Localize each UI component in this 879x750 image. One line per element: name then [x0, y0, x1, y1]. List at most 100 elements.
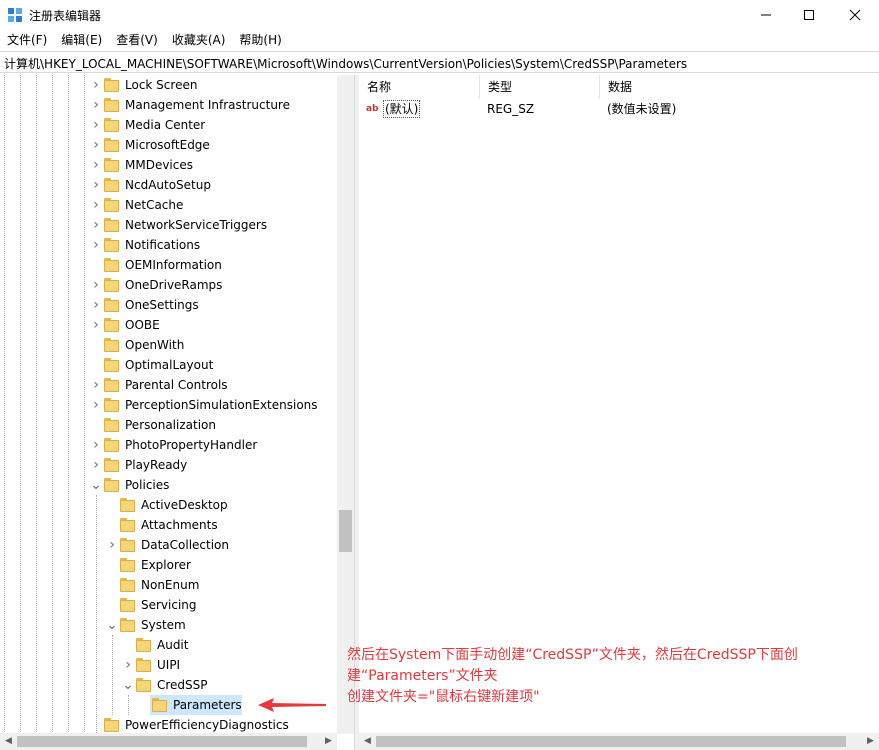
- chevron-right-icon[interactable]: ›: [90, 318, 102, 332]
- tree-scroll-thumb[interactable]: [339, 510, 352, 552]
- regedit-icon: [8, 8, 22, 22]
- tree-item-label: Audit: [157, 638, 189, 652]
- tree-item[interactable]: NonEnum: [0, 575, 340, 595]
- chevron-right-icon[interactable]: ›: [122, 658, 134, 672]
- tree-item-label: OOBE: [125, 318, 160, 332]
- chevron-right-icon[interactable]: ›: [90, 98, 102, 112]
- tree-item[interactable]: › MicrosoftEdge: [0, 135, 340, 155]
- chevron-right-icon[interactable]: ›: [90, 118, 102, 132]
- tree-item-label: NcdAutoSetup: [125, 178, 211, 192]
- folder-icon: [104, 438, 119, 452]
- folder-icon: [120, 598, 135, 612]
- value-row[interactable]: ab (默认) REG_SZ (数值未设置): [359, 99, 879, 119]
- menu-help[interactable]: 帮助(H): [232, 30, 288, 50]
- tree-item[interactable]: Attachments: [0, 515, 340, 535]
- tree-item[interactable]: › OOBE: [0, 315, 340, 335]
- scroll-left-icon[interactable]: ◀: [0, 733, 17, 750]
- chevron-right-icon[interactable]: ›: [90, 378, 102, 392]
- chevron-right-icon[interactable]: ›: [90, 438, 102, 452]
- tree-item[interactable]: Explorer: [0, 555, 340, 575]
- value-list: 名称 类型 数据 ab (默认) REG_SZ (数值未设置): [359, 75, 879, 733]
- tree-item[interactable]: › Notifications: [0, 235, 340, 255]
- tree-vertical-scrollbar[interactable]: [337, 75, 354, 734]
- folder-icon: [136, 658, 151, 672]
- scroll-right-icon[interactable]: ▶: [862, 733, 879, 750]
- folder-icon: [104, 418, 119, 432]
- chevron-right-icon[interactable]: ›: [90, 198, 102, 212]
- folder-icon: [104, 358, 119, 372]
- tree-item[interactable]: › DataCollection: [0, 535, 340, 555]
- tree-item[interactable]: › UIPI: [0, 655, 340, 675]
- chevron-right-icon[interactable]: ›: [90, 458, 102, 472]
- menu-edit[interactable]: 编辑(E): [54, 30, 109, 50]
- chevron-right-icon[interactable]: ›: [90, 158, 102, 172]
- column-header-name[interactable]: 名称: [359, 75, 480, 99]
- tree-item-label: Explorer: [141, 558, 191, 572]
- tree-item[interactable]: › OneSettings: [0, 295, 340, 315]
- annotation-line-3: 创建文件夹="鼠标右键新建项": [347, 689, 540, 705]
- folder-icon: [104, 238, 119, 252]
- chevron-down-icon[interactable]: ⌄: [90, 478, 102, 492]
- maximize-button[interactable]: [786, 0, 832, 30]
- chevron-down-icon[interactable]: ⌄: [106, 618, 118, 632]
- tree-item[interactable]: ⌄ System: [0, 615, 340, 635]
- chevron-right-icon[interactable]: ›: [90, 178, 102, 192]
- tree-item[interactable]: ActiveDesktop: [0, 495, 340, 515]
- tree-hscroll-thumb[interactable]: [17, 736, 307, 747]
- tree-item[interactable]: › Management Infrastructure: [0, 95, 340, 115]
- tree-item-label: OneSettings: [125, 298, 199, 312]
- tree-item-label: OneDriveRamps: [125, 278, 223, 292]
- tree-item[interactable]: ⌄ CredSSP: [0, 675, 340, 695]
- menu-bar: 文件(F) 编辑(E) 查看(V) 收藏夹(A) 帮助(H): [0, 30, 879, 50]
- values-horizontal-scrollbar[interactable]: ◀ ▶: [359, 733, 879, 750]
- tree-item-label: Servicing: [141, 598, 197, 612]
- tree-item[interactable]: › NetworkServiceTriggers: [0, 215, 340, 235]
- value-data: (数值未设置): [607, 102, 677, 116]
- tree-item[interactable]: ⌄ Policies: [0, 475, 340, 495]
- minimize-button[interactable]: [743, 0, 789, 30]
- tree-item[interactable]: › PhotoPropertyHandler: [0, 435, 340, 455]
- tree-item[interactable]: OEMInformation: [0, 255, 340, 275]
- menu-view[interactable]: 查看(V): [109, 30, 165, 50]
- tree-item[interactable]: OpenWith: [0, 335, 340, 355]
- tree-item[interactable]: › PerceptionSimulationExtensions: [0, 395, 340, 415]
- tree-item[interactable]: › MMDevices: [0, 155, 340, 175]
- tree-item-label: NetworkServiceTriggers: [125, 218, 268, 232]
- tree-item[interactable]: PowerEfficiencyDiagnostics: [0, 715, 340, 735]
- tree-item[interactable]: › NetCache: [0, 195, 340, 215]
- value-name: (默认): [383, 100, 421, 118]
- close-button[interactable]: [832, 0, 878, 30]
- menu-favorites[interactable]: 收藏夹(A): [165, 30, 233, 50]
- tree-item[interactable]: › Lock Screen: [0, 75, 340, 95]
- tree-item[interactable]: Personalization: [0, 415, 340, 435]
- menu-file[interactable]: 文件(F): [0, 30, 54, 50]
- address-bar[interactable]: 计算机\HKEY_LOCAL_MACHINE\SOFTWARE\Microsof…: [0, 51, 879, 73]
- tree-item[interactable]: Audit: [0, 635, 340, 655]
- folder-icon: [120, 518, 135, 532]
- scroll-right-icon[interactable]: ▶: [320, 733, 337, 750]
- tree-item[interactable]: › PlayReady: [0, 455, 340, 475]
- tree-item[interactable]: OptimalLayout: [0, 355, 340, 375]
- chevron-right-icon[interactable]: ›: [106, 538, 118, 552]
- column-header-data[interactable]: 数据: [600, 75, 879, 99]
- tree-item[interactable]: › Media Center: [0, 115, 340, 135]
- tree-item[interactable]: › NcdAutoSetup: [0, 175, 340, 195]
- chevron-right-icon[interactable]: ›: [90, 238, 102, 252]
- folder-icon: [104, 98, 119, 112]
- chevron-right-icon[interactable]: ›: [90, 398, 102, 412]
- column-header-type[interactable]: 类型: [480, 75, 600, 99]
- scroll-left-icon[interactable]: ◀: [359, 733, 376, 750]
- tree-item[interactable]: Servicing: [0, 595, 340, 615]
- chevron-right-icon[interactable]: ›: [90, 78, 102, 92]
- chevron-down-icon[interactable]: ⌄: [122, 678, 134, 692]
- chevron-right-icon[interactable]: ›: [90, 218, 102, 232]
- tree-item-label: NetCache: [125, 198, 184, 212]
- chevron-right-icon[interactable]: ›: [90, 298, 102, 312]
- tree-item-label: OpenWith: [125, 338, 185, 352]
- chevron-right-icon[interactable]: ›: [90, 138, 102, 152]
- tree-item[interactable]: › OneDriveRamps: [0, 275, 340, 295]
- chevron-right-icon[interactable]: ›: [90, 278, 102, 292]
- tree-horizontal-scrollbar[interactable]: ◀ ▶: [0, 733, 337, 750]
- values-hscroll-thumb[interactable]: [376, 736, 846, 747]
- tree-item[interactable]: › Parental Controls: [0, 375, 340, 395]
